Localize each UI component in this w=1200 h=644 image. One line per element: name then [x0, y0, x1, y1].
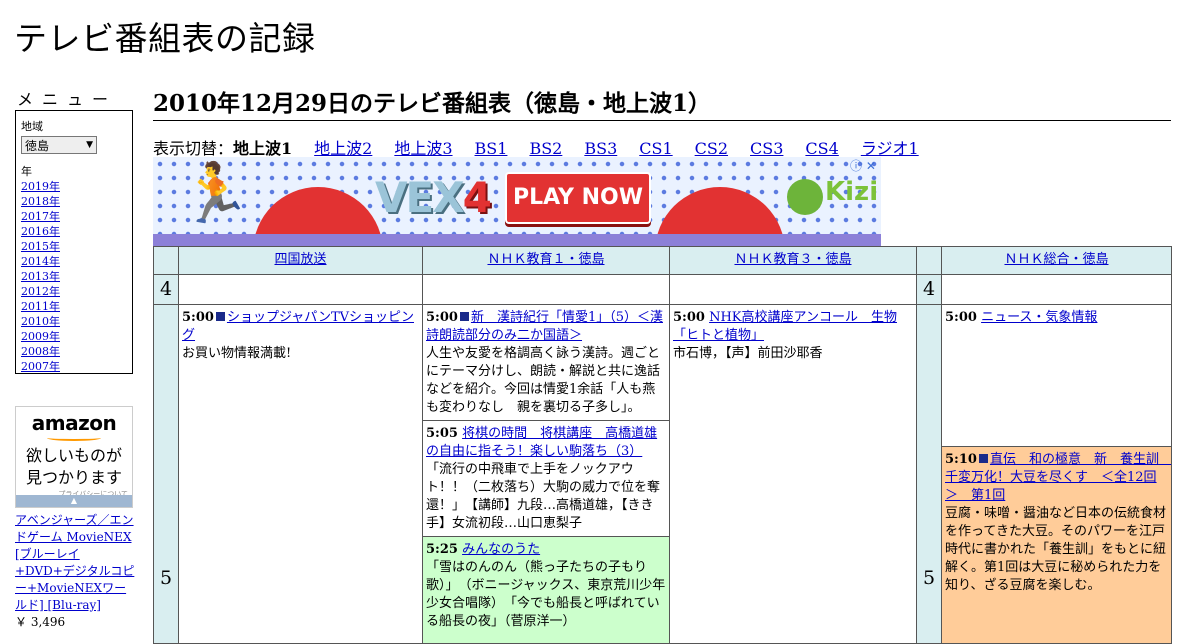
program-desc: 人生や友愛を格調高く詠う漢詩。週ごとにテーマ分けし、朗読・解説と共に逸話などを紹…	[426, 346, 661, 415]
program-title-link[interactable]: NHK高校講座アンコール 生物「ヒトと植物」	[673, 310, 897, 343]
channel-switch-bar: 表示切替：地上波1 地上波2 地上波3 BS1 BS2 BS3 CS1 CS2 CS3 CS4 ラジ…	[153, 135, 919, 159]
program-time: 5:00	[945, 310, 977, 325]
corner-cell-right	[916, 246, 942, 275]
ad-kizi-logo: Kizi	[825, 177, 879, 207]
page-title: 2010年12月29日のテレビ番組表（徳島・地上波1）	[153, 84, 1171, 121]
amazon-logo: amazon	[31, 411, 117, 435]
program-desc: お買い物情報満載!	[182, 346, 292, 361]
switch-link-bs3[interactable]: BS3	[584, 139, 617, 158]
year-link-2007[interactable]: 2007年	[21, 359, 127, 374]
year-link-2013[interactable]: 2013年	[21, 269, 127, 284]
program-title-link[interactable]: 将棋の時間 将棋講座 高橋道雄の自由に指そう！楽しい駒落ち（3）	[426, 426, 657, 459]
hour-cell-5: 5	[153, 304, 179, 644]
switch-link-bs1[interactable]: BS1	[475, 139, 508, 158]
game-ad-banner[interactable]: 🏃 VEX4 PLAY NOW Kizi ⓘ ✕	[153, 157, 881, 247]
corner-cell	[153, 246, 179, 275]
play-now-button[interactable]: PLAY NOW	[505, 172, 651, 224]
channel-link-shikoku[interactable]: 四国放送	[274, 252, 326, 267]
program-shikoku-500: 5:00 ショップジャパンTVショッピング お買い物情報満載!	[178, 304, 423, 644]
program-time: 5:00	[182, 310, 214, 325]
hour-cell-4: 4	[153, 274, 179, 305]
program-time: 5:25	[426, 542, 458, 557]
switch-link-terrestrial3[interactable]: 地上波3	[394, 139, 452, 158]
amazon-text-line1: 欲しいものが	[25, 446, 122, 465]
program-edu3-500: 5:00 NHK高校講座アンコール 生物「ヒトと植物」 市石博，【声】前田沙耶香	[669, 304, 917, 644]
program-edu1-505: 5:05 将棋の時間 将棋講座 高橋道雄の自由に指そう！楽しい駒落ち（3） 「流…	[422, 420, 670, 537]
channel-header-edu3: ＮＨＫ教育３・徳島	[669, 246, 917, 275]
region-select[interactable]: 徳島 ▼	[21, 136, 97, 154]
amazon-product-link[interactable]: アベンジャーズ／エンドゲーム MovieNEX [ブルーレイ+DVD+デジタルコ…	[15, 513, 134, 612]
region-label: 地域	[21, 120, 43, 133]
site-title: テレビ番組表の記録	[14, 19, 316, 58]
amazon-product: アベンジャーズ／エンドゲーム MovieNEX [ブルーレイ+DVD+デジタルコ…	[15, 512, 137, 631]
hour-cell-5-right: 5	[916, 304, 942, 644]
stereo-icon	[978, 454, 988, 463]
channel-link-edu1[interactable]: ＮＨＫ教育１・徳島	[487, 252, 604, 267]
year-label: 年	[21, 165, 32, 178]
bilingual-icon	[459, 312, 469, 321]
program-grid: 四国放送 ＮＨＫ教育１・徳島 ＮＨＫ教育３・徳島 ＮＨＫ総合・徳島 4 4 5 …	[153, 246, 1172, 644]
year-link-2014[interactable]: 2014年	[21, 254, 127, 269]
empty-slot	[941, 274, 1172, 305]
channel-header-edu1: ＮＨＫ教育１・徳島	[422, 246, 670, 275]
amazon-smile-icon	[47, 435, 101, 441]
empty-slot	[422, 274, 670, 305]
switch-link-radio1[interactable]: ラジオ1	[861, 139, 919, 158]
year-link-2018[interactable]: 2018年	[21, 194, 127, 209]
year-link-2017[interactable]: 2017年	[21, 209, 127, 224]
menu-heading: メニュー	[17, 90, 118, 109]
year-link-2019[interactable]: 2019年	[21, 179, 127, 194]
amazon-product-price: ￥ 3,496	[15, 615, 66, 629]
amazon-text-line2: 見つかります	[25, 468, 122, 487]
switch-current: 地上波1	[233, 139, 293, 158]
program-edu1-525: 5:25 みんなのうた 「雪はのんのん（熊っ子たちの子もり歌）」 （ボニージャッ…	[422, 536, 670, 644]
switch-link-cs3[interactable]: CS3	[750, 139, 783, 158]
program-desc: 「流行の中飛車で上手をノックアウト！！（二枚落ち）大駒の威力で位を奪還！」 【講…	[426, 462, 661, 531]
program-title-link[interactable]: みんなのうた	[462, 542, 540, 557]
switch-label: 表示切替：	[153, 139, 234, 158]
region-select-value: 徳島	[25, 138, 50, 153]
chevron-down-icon: ▼	[86, 140, 93, 150]
switch-link-bs2[interactable]: BS2	[529, 139, 562, 158]
hour-cell-4-right: 4	[916, 274, 942, 305]
switch-link-cs1[interactable]: CS1	[639, 139, 672, 158]
program-time: 5:00	[673, 310, 705, 325]
year-link-2010[interactable]: 2010年	[21, 314, 127, 329]
program-edu1-500: 5:00 新 漢詩紀行「情愛1」（5）＜漢詩朗読部分のみ二か国語＞ 人生や友愛を格…	[422, 304, 670, 421]
year-link-2008[interactable]: 2008年	[21, 344, 127, 359]
program-title-link[interactable]: ニュース・気象情報	[981, 310, 1097, 325]
program-time: 5:00	[426, 310, 458, 325]
year-link-2011[interactable]: 2011年	[21, 299, 127, 314]
empty-slot	[178, 274, 423, 305]
menu-box: 地域 徳島 ▼ 年 2019年 2018年 2017年 2016年 2015年 …	[15, 110, 133, 374]
runner-icon: 🏃	[179, 159, 252, 227]
chevron-up-icon[interactable]: ▲	[16, 495, 132, 507]
program-desc: 豆腐・味噌・醤油など日本の伝統食材を作ってきた大豆。そのパワーを江戸時代に書かれ…	[945, 506, 1167, 593]
ad-vex-logo: VEX4	[375, 173, 492, 222]
empty-slot	[669, 274, 917, 305]
program-time: 5:05	[426, 426, 458, 441]
year-link-2012[interactable]: 2012年	[21, 284, 127, 299]
year-link-2016[interactable]: 2016年	[21, 224, 127, 239]
switch-link-cs4[interactable]: CS4	[805, 139, 838, 158]
amazon-ad[interactable]: amazon 欲しいものが 見つかります プライバシーについて ▲	[15, 406, 133, 508]
channel-link-sogo[interactable]: ＮＨＫ総合・徳島	[1004, 252, 1108, 267]
channel-header-shikoku: 四国放送	[178, 246, 423, 275]
switch-link-terrestrial2[interactable]: 地上波2	[314, 139, 372, 158]
ad-info-close-icon[interactable]: ⓘ ✕	[850, 157, 876, 174]
ad-monster-icon	[787, 179, 823, 215]
year-link-2009[interactable]: 2009年	[21, 329, 127, 344]
switch-link-cs2[interactable]: CS2	[695, 139, 728, 158]
program-desc: 「雪はのんのん（熊っ子たちの子もり歌）」 （ボニージャックス、東京荒川少年少女合…	[426, 560, 666, 629]
channel-link-edu3[interactable]: ＮＨＫ教育３・徳島	[734, 252, 851, 267]
program-sogo-510: 5:10 直伝 和の極意 新 養生訓 千変万化！大豆を尽くす ＜全12回＞ 第1回…	[941, 446, 1172, 644]
program-time: 5:10	[945, 452, 977, 467]
data-broadcast-icon	[215, 312, 225, 321]
program-desc: 市石博，【声】前田沙耶香	[673, 346, 823, 361]
program-sogo-500: 5:00 ニュース・気象情報	[941, 304, 1172, 447]
year-link-2015[interactable]: 2015年	[21, 239, 127, 254]
channel-header-sogo: ＮＨＫ総合・徳島	[941, 246, 1172, 275]
